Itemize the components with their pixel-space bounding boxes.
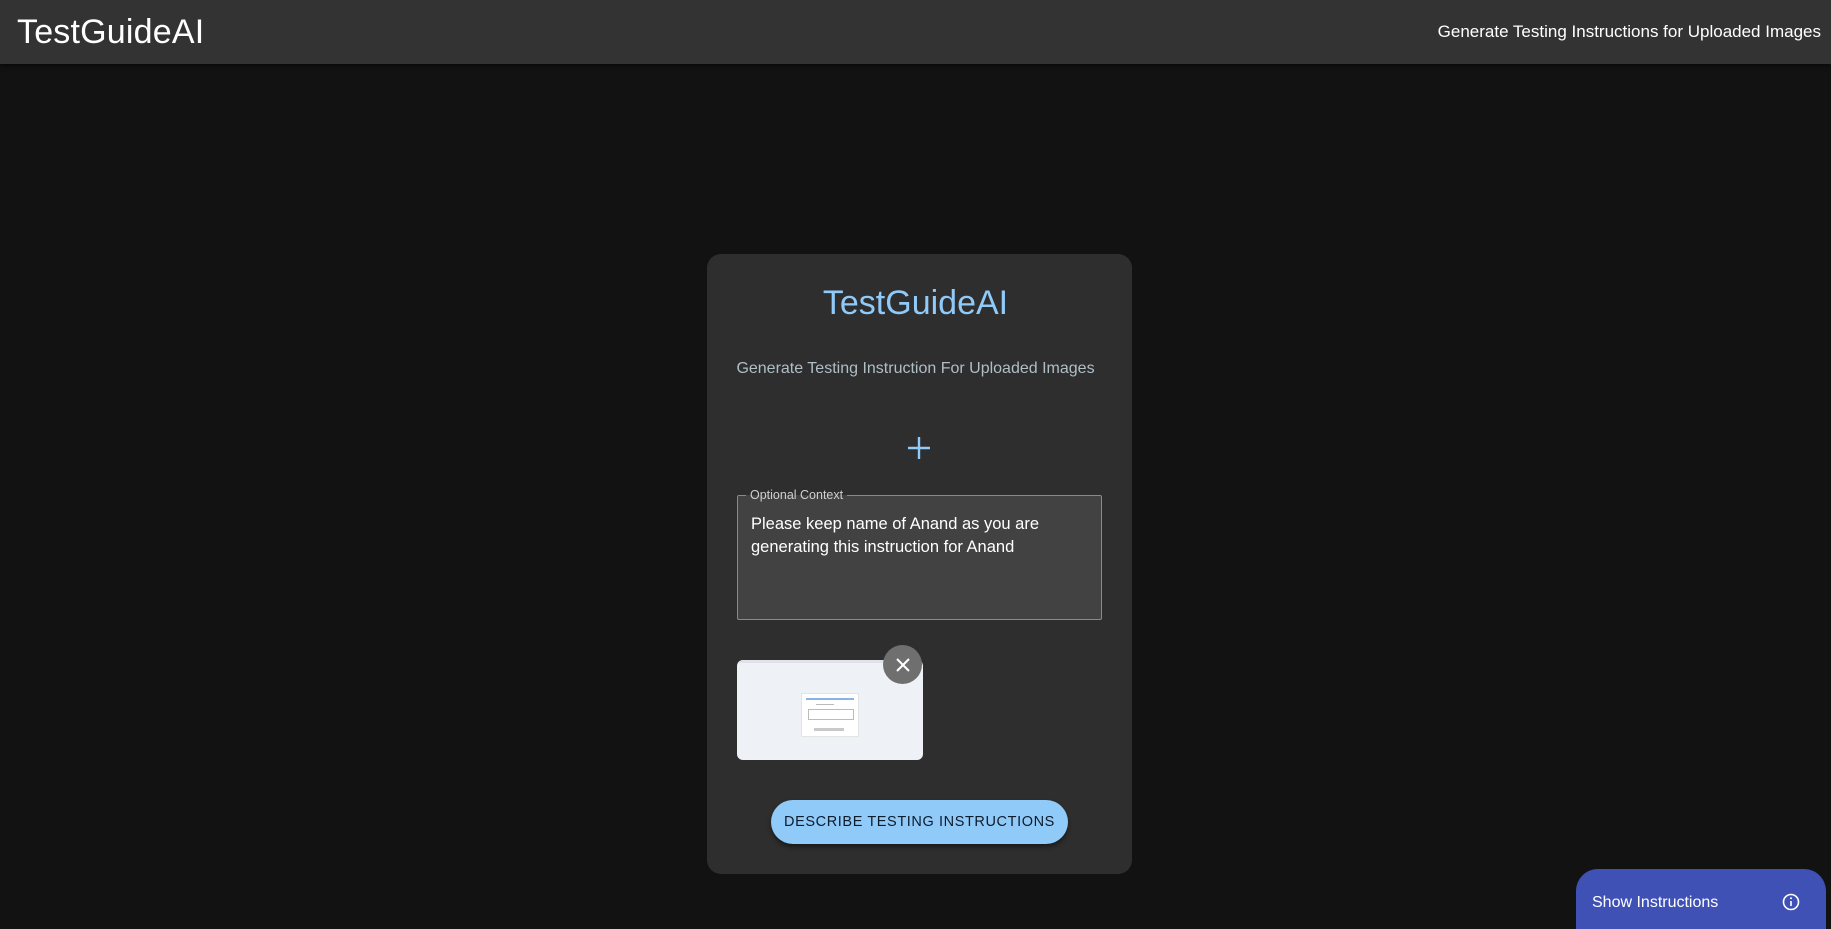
- app-title: TestGuideAI: [17, 12, 205, 51]
- app-bar: TestGuideAI Generate Testing Instruction…: [0, 0, 1831, 64]
- thumbnail-preview-heading: [806, 698, 854, 700]
- close-icon: [895, 657, 910, 672]
- info-icon: [1782, 893, 1800, 911]
- app-subtitle: Generate Testing Instructions for Upload…: [1437, 22, 1821, 41]
- thumbnail-preview-card: [801, 693, 859, 737]
- optional-context-input[interactable]: Please keep name of Anand as you are gen…: [751, 513, 1086, 559]
- thumbnail-preview-text: [816, 704, 834, 705]
- describe-testing-instructions-button[interactable]: DESCRIBE TESTING INSTRUCTIONS: [771, 800, 1068, 844]
- thumbnail-preview-button: [814, 728, 844, 731]
- show-instructions-label: Show Instructions: [1592, 894, 1719, 911]
- card-title: TestGuideAI: [822, 284, 1009, 322]
- optional-context-field[interactable]: Optional Context Please keep name of Ana…: [737, 487, 1102, 620]
- thumbnail-preview-input: [808, 709, 854, 720]
- optional-context-label: Optional Context: [746, 487, 848, 503]
- plus-icon: [908, 437, 930, 459]
- show-instructions-button[interactable]: Show Instructions: [1576, 869, 1826, 929]
- remove-image-button[interactable]: [883, 645, 922, 684]
- add-image-button[interactable]: [896, 425, 942, 471]
- card-subtitle: Generate Testing Instruction For Uploade…: [736, 360, 1095, 377]
